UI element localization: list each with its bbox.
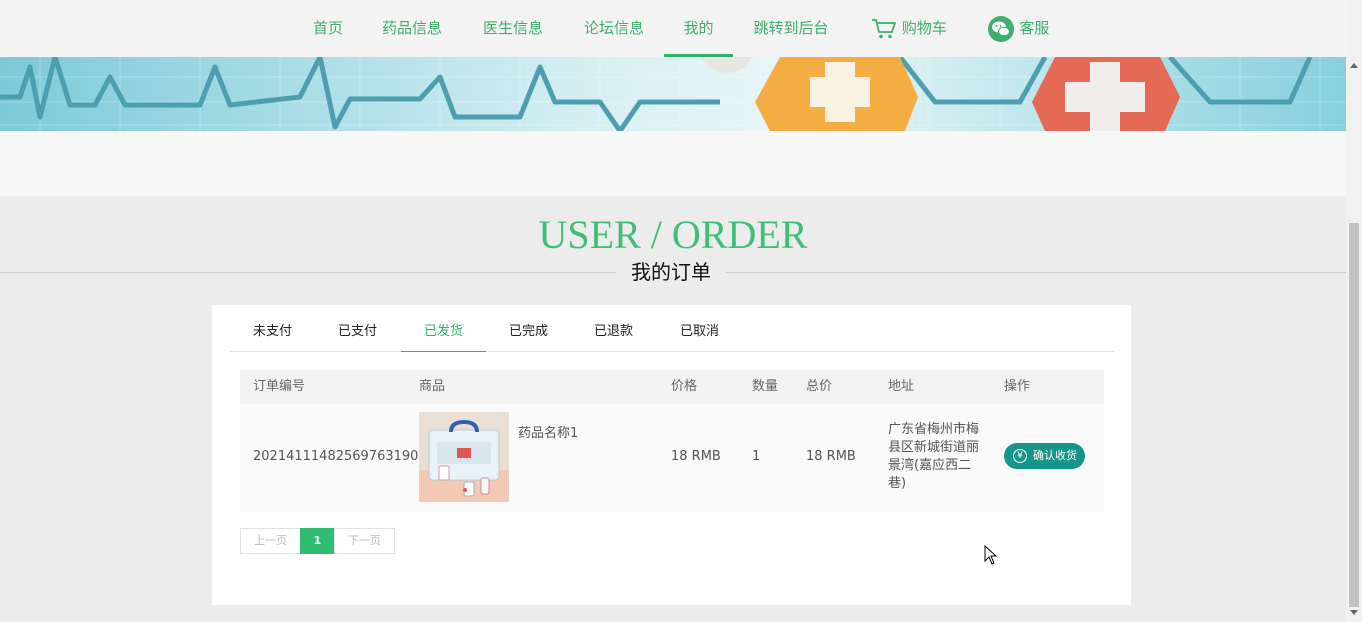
cart-icon <box>871 18 902 38</box>
yen-icon: ¥ <box>1013 449 1027 463</box>
tab-shipped[interactable]: 已发货 <box>401 305 486 352</box>
mouse-cursor-icon <box>984 544 998 569</box>
th-order-no: 订单编号 <box>253 379 306 394</box>
banner-band <box>0 131 1346 196</box>
section-title-en: USER / ORDER <box>538 212 808 257</box>
nav-cart-label: 购物车 <box>901 19 947 37</box>
th-product: 商品 <box>419 379 446 394</box>
th-price: 价格 <box>671 379 698 394</box>
nav-home[interactable]: 首页 <box>300 0 356 54</box>
scrollbar-thumb[interactable] <box>1349 223 1359 607</box>
table-header: 订单编号 商品 价格 数量 总价 地址 操作 <box>240 370 1104 404</box>
banner-image <box>0 57 1346 131</box>
nav-medicine-info[interactable]: 药品信息 <box>372 0 452 54</box>
shipping-address: 广东省梅州市梅县区新城街道丽景湾(嘉应西二巷) <box>888 422 980 491</box>
th-total: 总价 <box>806 379 833 394</box>
product-image[interactable] <box>419 412 509 502</box>
page-scrollbar[interactable] <box>1346 0 1362 622</box>
prev-page-button[interactable]: 上一页 <box>240 528 301 554</box>
th-quantity: 数量 <box>752 379 779 394</box>
scroll-down-arrow-icon[interactable] <box>1350 610 1358 615</box>
order-total: 18 RMB <box>806 449 856 464</box>
scroll-up-arrow-icon[interactable] <box>1350 63 1358 68</box>
tab-completed[interactable]: 已完成 <box>486 305 571 351</box>
th-address: 地址 <box>888 379 915 394</box>
nav-admin[interactable]: 跳转到后台 <box>745 0 837 54</box>
product-price: 18 RMB <box>671 449 721 464</box>
nav-customer-service[interactable]: 客服 <box>982 0 1054 54</box>
page-1-button[interactable]: 1 <box>300 528 335 554</box>
section-title-cn: 我的订单 <box>616 258 726 286</box>
tab-cancelled[interactable]: 已取消 <box>657 305 742 351</box>
tab-paid[interactable]: 已支付 <box>315 305 400 351</box>
next-page-button[interactable]: 下一页 <box>334 528 395 554</box>
product-name[interactable]: 药品名称1 <box>518 422 578 441</box>
th-action: 操作 <box>1004 379 1031 394</box>
product-quantity: 1 <box>752 449 761 464</box>
order-number: 20214111482569763190 <box>253 449 419 464</box>
nav-customer-service-label: 客服 <box>1019 19 1050 37</box>
nav-cart[interactable]: 购物车 <box>866 0 952 54</box>
nav-mine[interactable]: 我的 <box>664 0 733 57</box>
confirm-receipt-label: 确认收货 <box>1033 449 1077 462</box>
confirm-receipt-button[interactable]: ¥ 确认收货 <box>1004 443 1085 469</box>
nav-forum-info[interactable]: 论坛信息 <box>574 0 654 54</box>
wechat-icon <box>987 15 1020 42</box>
top-nav: 首页 药品信息 医生信息 论坛信息 我的 跳转到后台 购物车 客服 <box>0 0 1346 57</box>
table-row: 20214111482569763190 药品名称1 18 RMB 1 18 R… <box>240 404 1104 512</box>
tab-unpaid[interactable]: 未支付 <box>230 305 315 351</box>
order-status-tabs: 未支付 已支付 已发货 已完成 已退款 已取消 <box>230 305 1114 352</box>
nav-doctor-info[interactable]: 医生信息 <box>473 0 553 54</box>
tab-refunded[interactable]: 已退款 <box>571 305 656 351</box>
